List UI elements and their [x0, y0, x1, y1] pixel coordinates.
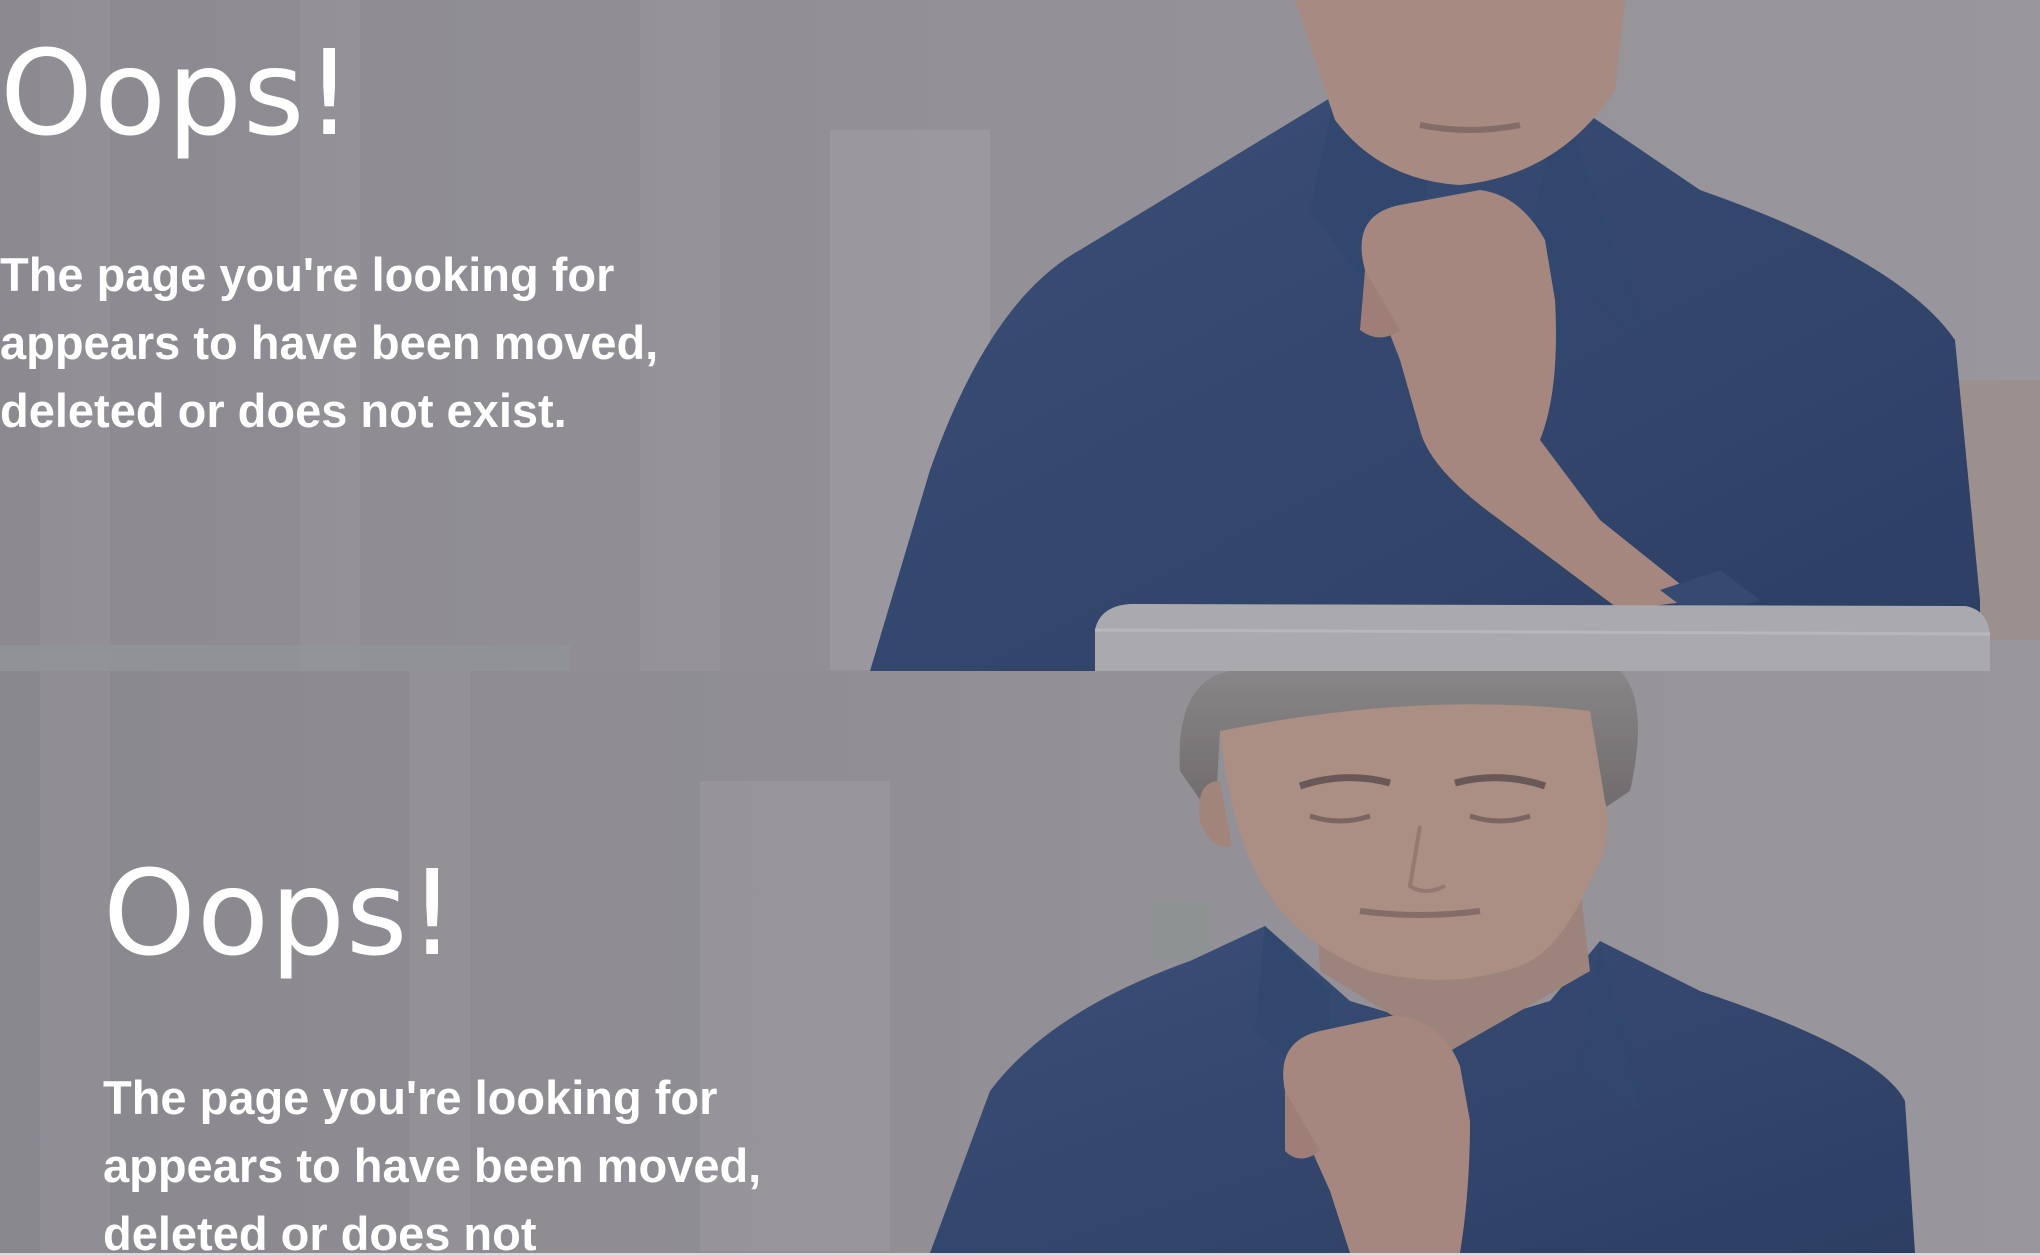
- error-message: The page you're looking for appears to h…: [0, 248, 659, 437]
- error-hero-bottom: Oops! The page you're looking for appear…: [0, 671, 2040, 1253]
- error-hero-top: Oops! The page you're looking for appear…: [0, 0, 2040, 671]
- error-headline: Oops!: [103, 844, 457, 982]
- error-message: The page you're looking for appears to h…: [103, 1071, 762, 1253]
- error-headline: Oops!: [0, 24, 354, 162]
